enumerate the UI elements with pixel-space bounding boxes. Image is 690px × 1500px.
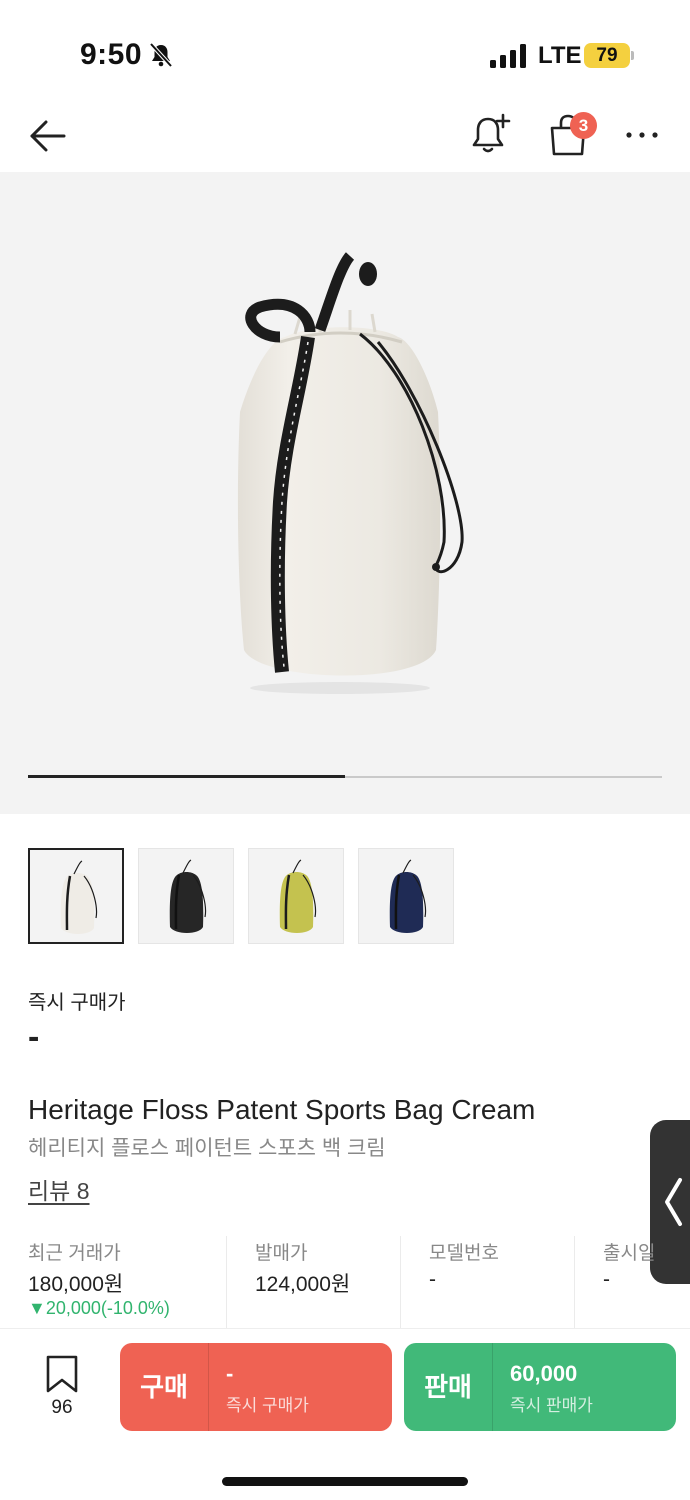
battery-indicator: 79	[584, 43, 630, 68]
home-indicator	[222, 1477, 468, 1486]
cart-count-badge: 3	[570, 112, 597, 139]
price-change: ▼20,000(-10.0%)	[28, 1298, 170, 1318]
info-recent-price: 최근 거래가 180,000원 ▼20,000(-10.0%)	[28, 1236, 226, 1328]
bookmark-icon	[46, 1355, 78, 1393]
buy-label: 구매	[140, 1372, 188, 1402]
bell-off-icon	[149, 42, 173, 68]
review-link[interactable]: 리뷰 8	[28, 1172, 90, 1206]
more-options-icon[interactable]	[624, 120, 660, 150]
thumbnail-navy[interactable]	[358, 848, 454, 944]
network-label: LTE	[538, 42, 582, 69]
info-value: -	[603, 1268, 610, 1291]
bag-thumbnail-icon	[60, 860, 98, 934]
color-variant-thumbnails	[28, 848, 668, 944]
instant-buy-price-value: -	[28, 1018, 40, 1056]
product-info-row: 최근 거래가 180,000원 ▼20,000(-10.0%) 발매가 124,…	[28, 1236, 690, 1328]
bottom-action-bar: 96 구매 - 즉시 구매가 판매 60,000 즉시 판매가	[0, 1328, 690, 1500]
signal-icon	[490, 44, 526, 68]
instant-buy-price-label: 즉시 구매가	[28, 992, 126, 1014]
bag-thumbnail-icon	[389, 859, 427, 933]
gallery-progress-fill	[28, 775, 345, 778]
info-release-price: 발매가 124,000원	[226, 1236, 400, 1328]
buy-divider	[208, 1343, 209, 1431]
info-release-date: 출시일 -	[574, 1236, 690, 1328]
product-image-gallery[interactable]	[0, 172, 690, 814]
chevron-left-icon	[665, 1178, 682, 1226]
thumbnail-lime[interactable]	[248, 848, 344, 944]
battery-tip	[631, 51, 634, 60]
sell-sublabel: 즉시 판매가	[510, 1396, 593, 1415]
product-title-ko: 헤리티지 플로스 페이턴트 스포츠 백 크림	[28, 1137, 386, 1160]
product-title-en: Heritage Floss Patent Sports Bag Cream	[28, 1094, 536, 1125]
info-value: -	[429, 1268, 436, 1291]
status-time: 9:50	[80, 38, 143, 71]
info-value: 180,000원	[28, 1273, 124, 1296]
buy-sublabel: 즉시 구매가	[226, 1396, 309, 1415]
buy-button[interactable]: 구매 - 즉시 구매가	[120, 1343, 392, 1431]
info-label: 최근 거래가	[28, 1243, 121, 1264]
add-alert-bell-icon[interactable]	[470, 112, 512, 156]
info-label: 발매가	[255, 1243, 308, 1264]
wishlist-count: 96	[51, 1397, 73, 1418]
info-value: 124,000원	[255, 1273, 351, 1296]
thumbnail-black[interactable]	[138, 848, 234, 944]
wishlist-button[interactable]: 96	[40, 1353, 84, 1425]
product-image	[237, 252, 464, 694]
buy-price: -	[226, 1361, 234, 1386]
info-model-number: 모델번호 -	[400, 1236, 574, 1328]
info-label: 출시일	[603, 1243, 656, 1264]
bag-thumbnail-icon	[169, 859, 207, 933]
back-arrow-icon[interactable]	[26, 114, 70, 158]
gallery-progress-track	[28, 775, 662, 778]
sell-button[interactable]: 판매 60,000 즉시 판매가	[404, 1343, 676, 1431]
sell-price: 60,000	[510, 1361, 578, 1386]
status-bar: 9:50 LTE 79	[0, 0, 690, 110]
bag-thumbnail-icon	[279, 859, 317, 933]
sell-label: 판매	[424, 1372, 472, 1402]
info-label: 모델번호	[429, 1243, 499, 1264]
sell-divider	[492, 1343, 493, 1431]
thumbnail-cream[interactable]	[28, 848, 124, 944]
